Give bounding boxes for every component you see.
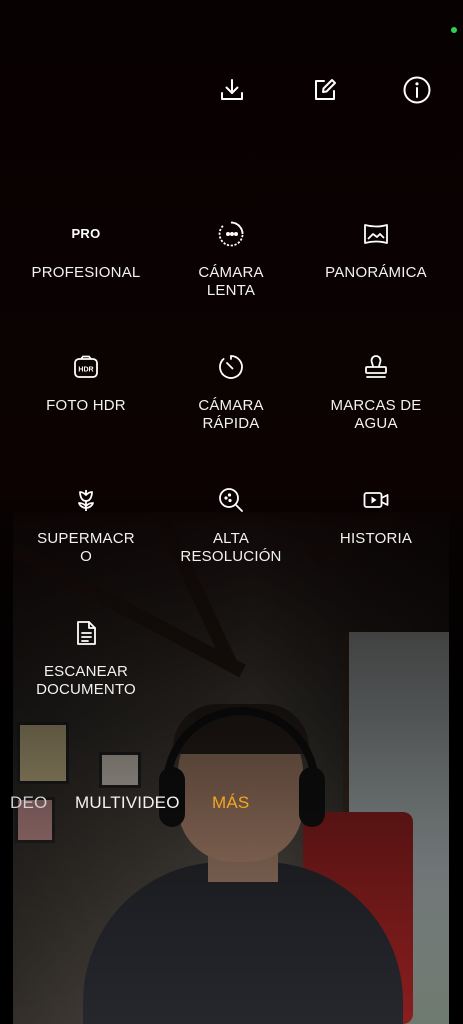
download-icon[interactable] [214,72,250,108]
pro-icon: PRO [71,226,101,241]
mode-watermark[interactable]: MARCAS DE AGUA [306,353,446,433]
svg-text:HDR: HDR [78,367,93,374]
info-icon[interactable] [399,72,435,108]
mode-timelapse[interactable]: CÁMARA RÁPIDA [161,353,301,433]
mode-panorama[interactable]: PANORÁMICA [306,220,446,282]
mode-label: HISTORIA [339,530,413,547]
document-scan-icon [77,621,96,645]
mode-label: PANORÁMICA [325,264,427,281]
mode-supermacro[interactable]: SUPERMACR O [16,486,156,566]
mode-hdr[interactable]: HDR FOTO HDR [16,353,156,415]
watermark-stamp-icon [365,355,387,378]
privacy-indicator-dot [451,27,457,33]
mode-label: ESCANEAR DOCUMENTO [36,663,136,698]
mode-story[interactable]: HISTORIA [306,486,446,548]
story-video-icon [363,492,389,508]
tab-mas[interactable]: MÁS [212,790,249,816]
camera-screen: PRO PROFESIONAL CÁMARA LENTA PANORÁMICA … [0,0,463,1024]
mode-pro[interactable]: PRO PROFESIONAL [16,220,156,282]
tab-video-partial[interactable]: DEO [10,790,47,816]
mode-tab-bar: DEO MULTIVIDEO MÁS [0,790,463,818]
macro-flower-icon [78,490,94,511]
mode-high-resolution[interactable]: ALTA RESOLUCIÓN [161,486,301,566]
tab-multivideo[interactable]: MULTIVIDEO [75,790,180,816]
mode-label: SUPERMACR O [37,530,135,565]
mode-slow-motion[interactable]: CÁMARA LENTA [161,220,301,300]
mode-label: CÁMARA LENTA [198,264,264,299]
mode-label: PROFESIONAL [31,264,141,281]
timelapse-icon [219,355,243,379]
mode-label: MARCAS DE AGUA [330,397,422,432]
hdr-icon: HDR [74,355,98,378]
mode-label: FOTO HDR [46,397,126,414]
mode-label: ALTA RESOLUCIÓN [180,530,282,565]
panorama-icon [364,224,388,244]
slow-motion-icon [218,221,244,247]
mode-label: CÁMARA RÁPIDA [198,397,264,432]
mode-document-scan[interactable]: ESCANEAR DOCUMENTO [16,619,156,699]
edit-icon[interactable] [307,72,343,108]
high-resolution-icon [219,488,243,512]
